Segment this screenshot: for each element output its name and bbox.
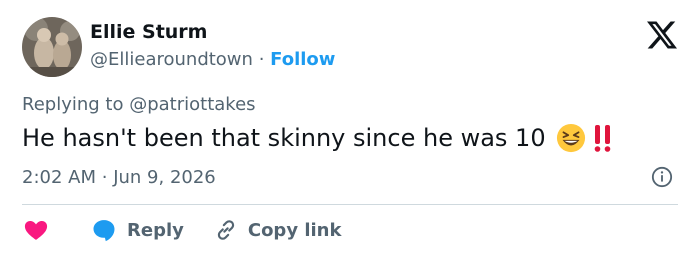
- x-logo-icon[interactable]: [646, 20, 678, 50]
- tweet-time: 2:02 AM: [22, 167, 96, 188]
- link-icon: [217, 220, 235, 240]
- replying-to: Replying to @patriottakes: [22, 94, 256, 115]
- avatar[interactable]: [22, 17, 82, 77]
- tweet-date: Jun 9, 2026: [113, 167, 216, 188]
- heart-icon: [24, 221, 48, 240]
- divider: [22, 204, 678, 205]
- action-bar: Reply Copy link: [22, 214, 341, 246]
- author-handle[interactable]: @Elliearoundtown: [90, 49, 253, 70]
- tweet-timestamp[interactable]: 2:02 AM · Jun 9, 2026: [22, 167, 216, 188]
- copy-link-label: Copy link: [247, 219, 342, 241]
- tweet-text: He hasn't been that skinny since he was …: [22, 123, 614, 153]
- replying-to-prefix: Replying to: [22, 94, 124, 115]
- author-handle-row: @Elliearoundtown · Follow: [90, 49, 335, 70]
- reply-label: Reply: [127, 219, 184, 241]
- like-button[interactable]: [22, 216, 50, 244]
- double-exclamation-mark-icon: [594, 125, 610, 152]
- handle-separator: ·: [258, 49, 265, 70]
- copy-link-button[interactable]: Copy link: [184, 217, 342, 243]
- info-icon[interactable]: [651, 166, 673, 188]
- reply-button[interactable]: Reply: [50, 216, 184, 244]
- tweet-body: He hasn't been that skinny since he was …: [22, 124, 546, 152]
- follow-button[interactable]: Follow: [270, 49, 335, 70]
- replying-to-handle[interactable]: @patriottakes: [129, 94, 255, 115]
- author-display-name[interactable]: Ellie Sturm: [90, 21, 207, 43]
- timestamp-separator: ·: [101, 167, 108, 188]
- speech-bubble-icon: [93, 220, 115, 242]
- grinning-squinting-face-icon: [556, 123, 585, 153]
